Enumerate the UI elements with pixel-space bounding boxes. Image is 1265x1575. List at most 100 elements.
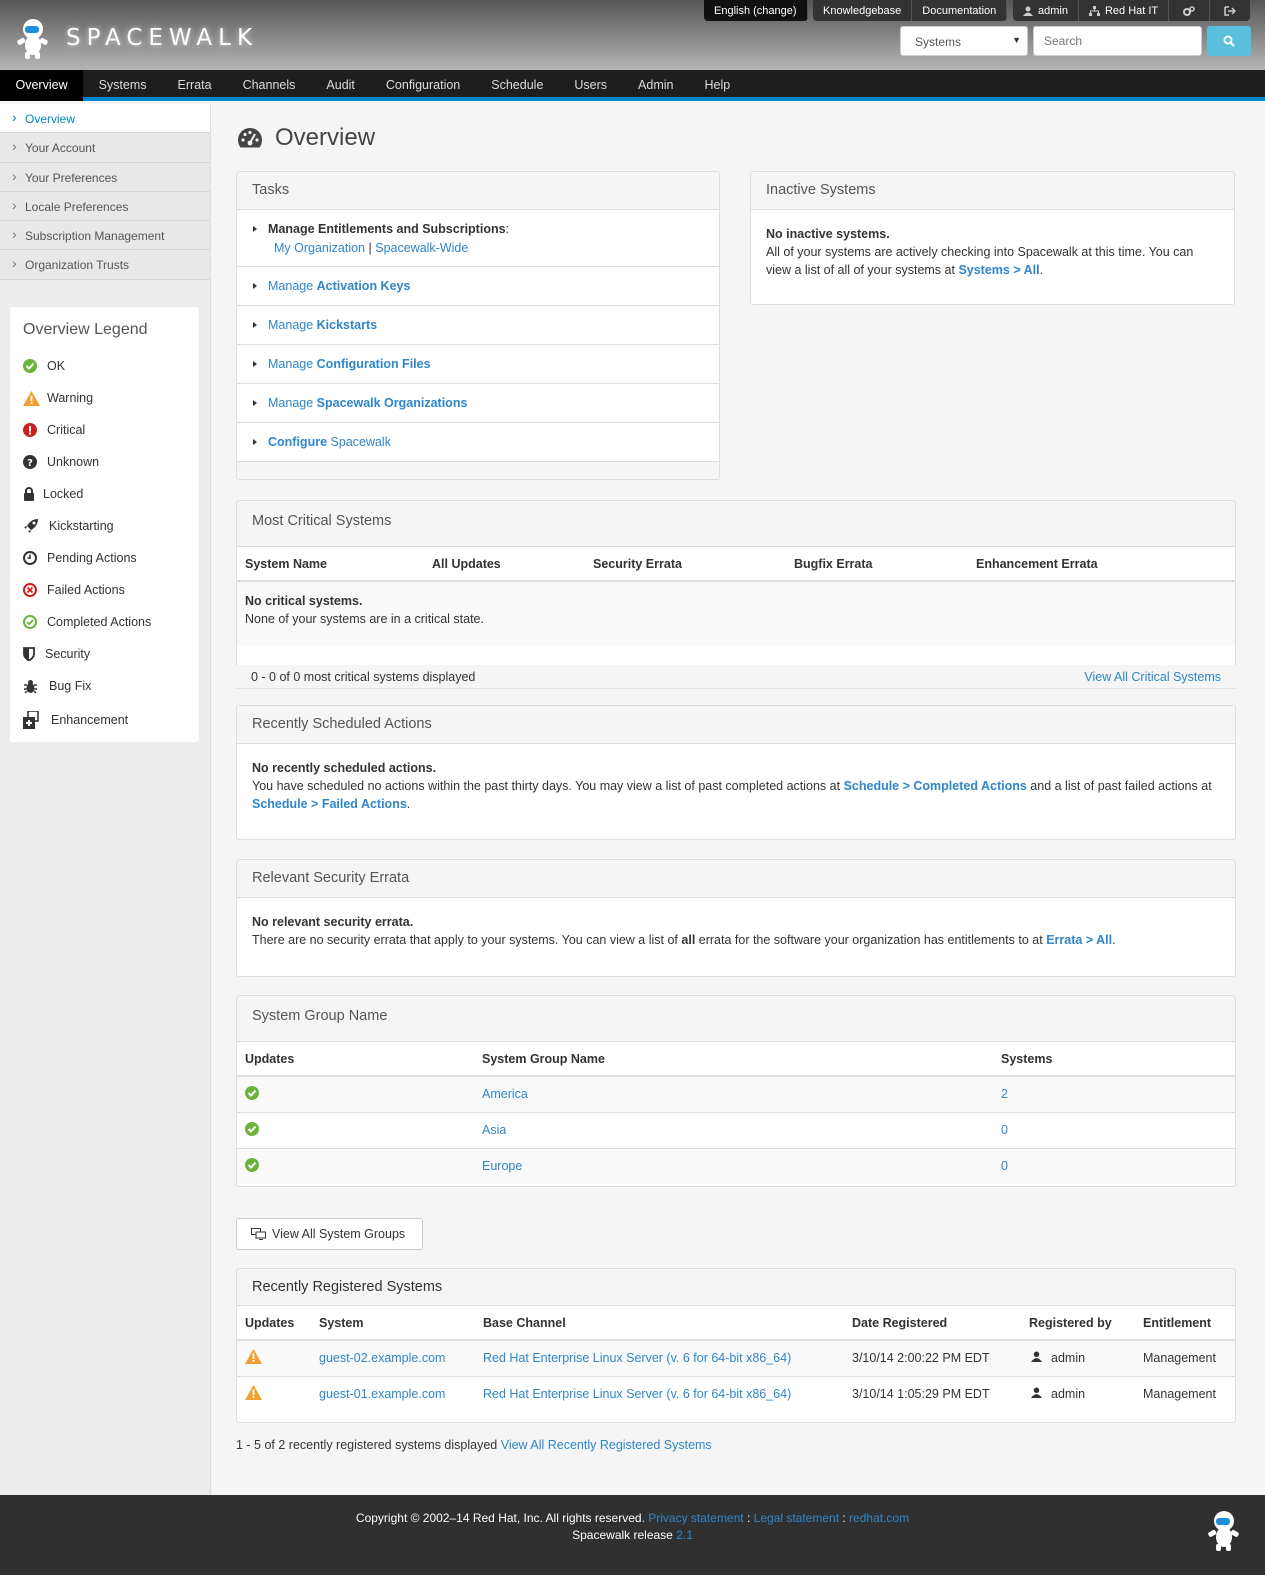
my-organization-link[interactable]: My Organization (274, 241, 365, 255)
view-all-system-groups-button[interactable]: View All System Groups (236, 1218, 423, 1250)
nav-errata[interactable]: Errata (162, 70, 227, 101)
legend-label: Pending Actions (47, 551, 137, 565)
release-text: Spacewalk release (572, 1528, 677, 1542)
errata-all-link[interactable]: Errata > All (1046, 933, 1112, 947)
nav-schedule[interactable]: Schedule (476, 70, 559, 101)
column-header[interactable]: Date Registered (844, 1306, 1021, 1341)
search-scope-select[interactable]: Systems ▼ (900, 26, 1028, 56)
task-spacewalk-organizations[interactable]: Manage Spacewalk Organizations (237, 384, 719, 423)
language-bar[interactable]: English (change) (704, 0, 808, 21)
documentation-link[interactable]: Documentation (912, 0, 1008, 21)
view-all-critical-link[interactable]: View All Critical Systems (1084, 670, 1221, 684)
desktop-icon (251, 1228, 266, 1240)
critical-count: 0 - 0 of 0 most critical systems display… (251, 669, 476, 684)
scheduled-text: and a list of past failed actions at (1026, 779, 1212, 793)
column-header[interactable]: Enhancement Errata (968, 547, 1235, 582)
redhat-link[interactable]: redhat.com (849, 1511, 909, 1525)
warning-icon (245, 1349, 262, 1365)
separator: | (368, 241, 372, 255)
column-header[interactable]: System (311, 1306, 475, 1341)
help-links: Knowledgebase Documentation (813, 0, 1008, 21)
column-header[interactable]: Updates (237, 1042, 474, 1077)
registered-by: admin (1021, 1340, 1135, 1377)
org-sitemap-icon (1088, 5, 1100, 16)
org-name: Red Hat IT (1104, 4, 1159, 17)
column-header[interactable]: Registered by (1021, 1306, 1135, 1341)
sidebar-item-organization-trusts[interactable]: Organization Trusts (0, 250, 210, 280)
nav-configuration[interactable]: Configuration (370, 70, 475, 101)
language-link[interactable]: English (change) (704, 0, 808, 21)
nav-help[interactable]: Help (689, 70, 746, 101)
completed-actions-link[interactable]: Schedule > Completed Actions (844, 779, 1027, 793)
security-all-bold: all (681, 933, 696, 947)
task-label: Configuration Files (316, 357, 431, 371)
nav-overview[interactable]: Overview (0, 70, 84, 101)
nav-users[interactable]: Users (559, 70, 623, 101)
sidebar-item-your-account[interactable]: Your Account (0, 133, 210, 163)
systems-all-link[interactable]: Systems > All (958, 263, 1039, 277)
org-link[interactable]: Red Hat IT (1079, 0, 1170, 21)
task-configuration-files[interactable]: Manage Configuration Files (237, 345, 719, 384)
legend-item: Warning (23, 382, 186, 414)
column-header[interactable]: Entitlement (1135, 1306, 1235, 1341)
spacewalk-logo[interactable]: SPACEWALK (14, 17, 258, 59)
preferences-button[interactable] (1169, 0, 1211, 21)
release-version-link[interactable]: 2.1 (676, 1528, 693, 1542)
clock-icon (23, 551, 37, 565)
column-header[interactable]: System Name (237, 547, 424, 582)
base-channel-link[interactable]: Red Hat Enterprise Linux Server (v. 6 fo… (483, 1387, 791, 1401)
system-link[interactable]: guest-01.example.com (319, 1387, 445, 1401)
gears-icon (1183, 5, 1195, 16)
view-all-registered-link[interactable]: View All Recently Registered Systems (501, 1438, 712, 1452)
task-kickstarts[interactable]: Manage Kickstarts (237, 306, 719, 345)
sidebar-item-overview[interactable]: Overview (0, 104, 210, 134)
group-link-asia[interactable]: Asia (482, 1123, 506, 1137)
sidebar-item-subscription-management[interactable]: Subscription Management (0, 221, 210, 251)
registered-count: 1 - 5 of 2 recently registered systems d… (236, 1438, 501, 1452)
warning-icon (245, 1385, 262, 1401)
failed-actions-link[interactable]: Schedule > Failed Actions (252, 797, 407, 811)
spacewalk-wide-link[interactable]: Spacewalk-Wide (375, 241, 468, 255)
group-systems-count[interactable]: 2 (1001, 1087, 1008, 1101)
group-link-america[interactable]: America (482, 1087, 528, 1101)
column-header[interactable]: All Updates (424, 547, 585, 582)
base-channel-link[interactable]: Red Hat Enterprise Linux Server (v. 6 fo… (483, 1351, 791, 1365)
nav-channels[interactable]: Channels (227, 70, 311, 101)
critical-systems-footer: 0 - 0 of 0 most critical systems display… (236, 665, 1236, 689)
nav-admin[interactable]: Admin (623, 70, 689, 101)
period: . (1112, 933, 1116, 947)
nav-audit[interactable]: Audit (311, 70, 371, 101)
column-header[interactable]: System Group Name (474, 1042, 993, 1077)
task-configure-spacewalk[interactable]: Configure Spacewalk (237, 423, 719, 462)
legend-label: Bug Fix (49, 679, 92, 693)
scheduled-actions-panel: Recently Scheduled Actions No recently s… (236, 705, 1236, 840)
date-registered: 3/10/14 2:00:22 PM EDT (844, 1340, 1021, 1377)
user-link[interactable]: admin (1013, 0, 1079, 21)
rocket-icon (24, 519, 38, 533)
column-header[interactable]: Updates (237, 1306, 311, 1341)
astronaut-logo-icon (17, 19, 48, 59)
sidebar-item-locale-preferences[interactable]: Locale Preferences (0, 191, 210, 222)
logout-button[interactable] (1210, 0, 1250, 21)
legend-item: Failed Actions (23, 574, 186, 606)
column-header[interactable]: Base Channel (475, 1306, 844, 1341)
inactive-systems-title: Inactive Systems (751, 172, 1234, 210)
sidebar-item-your-preferences[interactable]: Your Preferences (0, 162, 210, 192)
system-link[interactable]: guest-02.example.com (319, 1351, 445, 1365)
security-errata-body: No relevant security errata. There are n… (237, 898, 1235, 964)
user-icon (1031, 1351, 1042, 1363)
task-activation-keys[interactable]: Manage Activation Keys (237, 267, 719, 306)
security-heading: No relevant security errata. (252, 915, 414, 929)
group-systems-count[interactable]: 0 (1001, 1159, 1008, 1173)
group-systems-count[interactable]: 0 (1001, 1123, 1008, 1137)
column-header[interactable]: Security Errata (585, 547, 786, 582)
knowledgebase-link[interactable]: Knowledgebase (813, 0, 913, 21)
search-input[interactable] (1033, 26, 1202, 56)
legal-statement-link[interactable]: Legal statement (754, 1511, 839, 1525)
group-link-europe[interactable]: Europe (482, 1159, 522, 1173)
privacy-statement-link[interactable]: Privacy statement (648, 1511, 743, 1525)
column-header[interactable]: Bugfix Errata (786, 547, 968, 582)
column-header[interactable]: Systems (993, 1042, 1235, 1077)
nav-systems[interactable]: Systems (83, 70, 162, 101)
search-button[interactable] (1207, 26, 1251, 56)
